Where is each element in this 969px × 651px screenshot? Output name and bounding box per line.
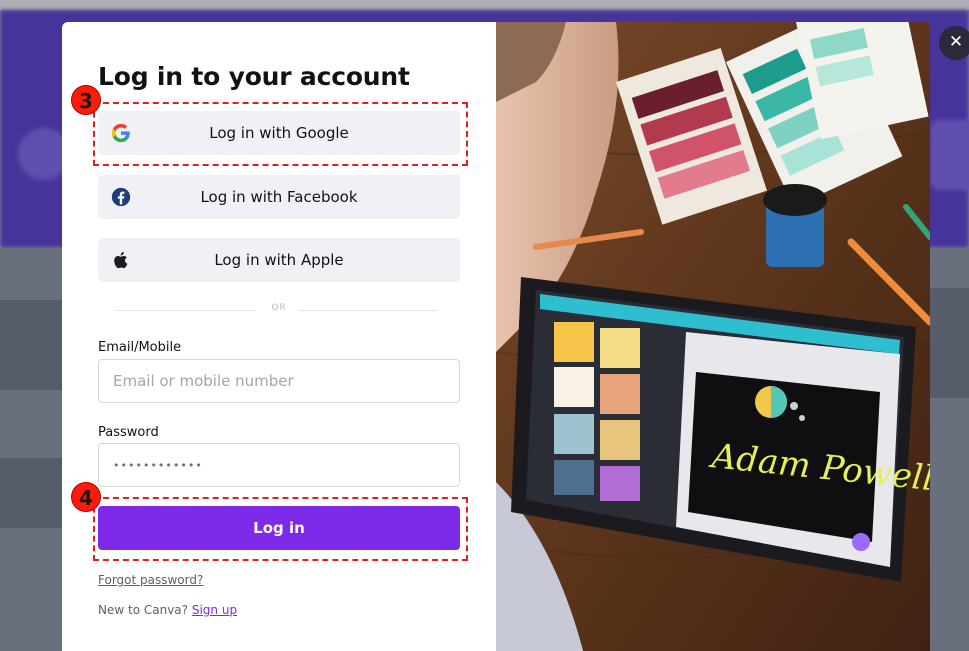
facebook-login-label: Log in with Facebook <box>200 188 358 206</box>
password-label: Password <box>98 425 159 440</box>
apple-login-button[interactable]: Log in with Apple <box>98 238 460 282</box>
annotation-box-google <box>93 102 468 166</box>
close-icon[interactable]: ✕ <box>939 26 969 60</box>
hero-illustration: Adam Powell <box>496 22 930 651</box>
facebook-login-button[interactable]: Log in with Facebook <box>98 175 460 219</box>
apple-login-label: Log in with Apple <box>214 251 344 269</box>
page-title: Log in to your account <box>98 62 410 91</box>
hero-image: Adam Powell <box>496 22 930 651</box>
apple-icon <box>114 251 128 269</box>
annotation-badge-3: 3 <box>71 85 101 115</box>
annotation-box-login <box>93 497 468 561</box>
annotation-badge-4: 4 <box>71 482 101 512</box>
signup-link[interactable]: Sign up <box>192 603 237 617</box>
email-field[interactable] <box>98 359 460 403</box>
or-divider: OR <box>98 302 460 318</box>
email-label: Email/Mobile <box>98 340 182 355</box>
forgot-password-link[interactable]: Forgot password? <box>98 573 203 587</box>
facebook-icon <box>111 187 131 207</box>
signup-prompt: New to Canva? <box>98 603 189 617</box>
signup-row: New to Canva? Sign up <box>98 603 237 617</box>
password-field[interactable] <box>98 443 460 487</box>
